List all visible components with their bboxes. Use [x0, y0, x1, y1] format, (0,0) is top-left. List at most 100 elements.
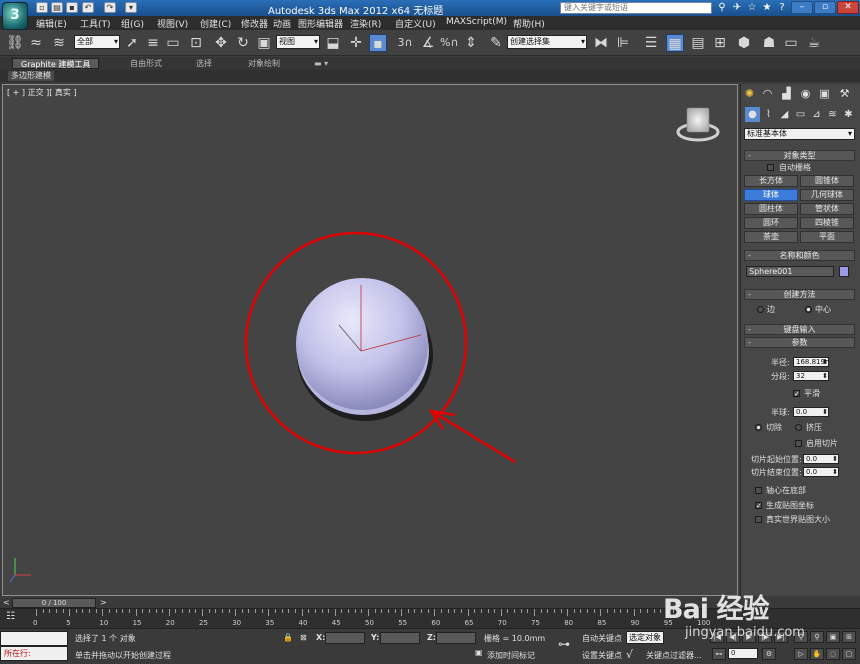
menu-customize[interactable]: 自定义(U): [395, 17, 436, 30]
viewcube-icon[interactable]: [686, 107, 710, 133]
time-tag-icon[interactable]: ▣: [475, 648, 483, 657]
rotate-icon[interactable]: ↻: [234, 34, 252, 52]
keyboard-shortcut-icon[interactable]: ▪: [369, 34, 387, 52]
app-logo-icon[interactable]: [2, 2, 28, 30]
systems-icon[interactable]: ✱: [841, 107, 856, 122]
set-key-button[interactable]: 设置关键点: [582, 650, 622, 661]
smooth-checkbox[interactable]: ✓: [793, 390, 800, 398]
sphere-object[interactable]: [296, 278, 428, 410]
menu-modifiers[interactable]: 修改器: [241, 17, 268, 30]
minimize-button[interactable]: –: [791, 1, 813, 14]
open-file-icon[interactable]: ▤: [51, 2, 63, 13]
selected-dropdown[interactable]: 选定对象: [626, 631, 664, 644]
key-filters-button[interactable]: 关键点过滤器...: [646, 650, 702, 661]
pivot-center-icon[interactable]: ⬓: [324, 34, 342, 52]
motion-panel-icon[interactable]: ◉: [798, 86, 813, 101]
select-object-icon[interactable]: ➚: [123, 34, 141, 52]
geometry-icon[interactable]: ●: [745, 107, 760, 122]
window-crossing-icon[interactable]: ⊡: [187, 34, 205, 52]
auto-key-button[interactable]: 自动关键点: [582, 633, 622, 644]
ribbon-options-icon[interactable]: ▬ ▾: [306, 58, 336, 69]
modify-panel-icon[interactable]: ◠: [760, 86, 775, 101]
menu-create[interactable]: 创建(C): [200, 17, 231, 30]
menu-group[interactable]: 组(G): [121, 17, 144, 30]
undo-icon[interactable]: ↶: [82, 2, 94, 13]
cylinder-button[interactable]: 圆柱体: [744, 203, 798, 215]
zoom-icon[interactable]: ⚲: [794, 631, 808, 643]
bind-space-warp-icon[interactable]: ≋: [50, 34, 68, 52]
autogrid-checkbox[interactable]: [767, 164, 774, 171]
percent-snap-icon[interactable]: %∩: [440, 34, 459, 52]
z-coordinate-field[interactable]: [436, 632, 476, 644]
time-slider-thumb[interactable]: 0 / 100: [12, 598, 96, 608]
lights-icon[interactable]: ◢: [777, 107, 792, 122]
schematic-view-icon[interactable]: ⊞: [711, 34, 729, 52]
graphite-toggle-icon[interactable]: ▦: [666, 34, 684, 52]
tab-object-paint[interactable]: 对象绘制: [240, 58, 288, 69]
geosphere-button[interactable]: 几何球体: [800, 189, 854, 201]
helpers-icon[interactable]: ⊿: [809, 107, 824, 122]
menu-rendering[interactable]: 渲染(R): [350, 17, 381, 30]
angle-snap-icon[interactable]: ∡: [419, 34, 437, 52]
goto-start-icon[interactable]: |◀: [710, 631, 724, 643]
zoom-extents-all-icon[interactable]: ⊞: [842, 631, 856, 643]
menu-view[interactable]: 视图(V): [157, 17, 188, 30]
zoom-all-icon[interactable]: ⚲: [810, 631, 824, 643]
menu-tools[interactable]: 工具(T): [80, 17, 111, 30]
time-config-icon[interactable]: ⚙: [762, 648, 776, 660]
subscription-icon[interactable]: ✈: [731, 2, 743, 14]
key-mode-toggle-icon[interactable]: ⊷: [712, 648, 726, 660]
menu-help[interactable]: 帮助(H): [513, 17, 545, 30]
selection-filter-dropdown[interactable]: 全部: [74, 35, 120, 49]
tab-graphite-modeling[interactable]: Graphite 建模工具: [12, 58, 100, 69]
shapes-icon[interactable]: ⌇: [761, 107, 776, 122]
polygon-modeling-label[interactable]: 多边形建模: [8, 71, 54, 81]
object-name-input[interactable]: Sphere001: [746, 266, 834, 277]
redo-icon[interactable]: ↷: [104, 2, 116, 13]
render-setup-icon[interactable]: ☗: [760, 34, 778, 52]
sphere-button[interactable]: 球体: [744, 189, 798, 201]
material-editor-icon[interactable]: ⬢: [735, 34, 753, 52]
orbit-icon[interactable]: ◌: [826, 648, 840, 660]
cone-button[interactable]: 圆锥体: [800, 175, 854, 187]
snap-3d-icon[interactable]: 3∩: [396, 34, 414, 52]
slice-to-spinner[interactable]: 0.0: [803, 467, 839, 477]
search-input[interactable]: 键入关键字或短语: [560, 2, 712, 14]
x-coordinate-field[interactable]: [325, 632, 365, 644]
create-panel-icon[interactable]: ✺: [742, 86, 757, 101]
play-icon[interactable]: ▶: [742, 631, 756, 643]
curve-editor-icon[interactable]: ▤: [689, 34, 707, 52]
align-icon[interactable]: ⊫: [614, 34, 632, 52]
current-frame-field[interactable]: 0: [728, 648, 758, 659]
prev-frame-icon[interactable]: ◀|: [726, 631, 740, 643]
segments-spinner[interactable]: 32: [793, 371, 829, 381]
goto-end-icon[interactable]: ▶|: [774, 631, 788, 643]
keyboard-entry-header[interactable]: 键盘输入: [744, 324, 855, 335]
scale-icon[interactable]: ▣: [255, 34, 273, 52]
primitive-category-dropdown[interactable]: 标准基本体: [744, 128, 855, 140]
new-file-icon[interactable]: ▫: [36, 2, 48, 13]
maxscript-line-label[interactable]: 所在行:: [0, 646, 68, 661]
box-button[interactable]: 长方体: [744, 175, 798, 187]
spinner-snap-icon[interactable]: ⇕: [462, 34, 480, 52]
slider-next-icon[interactable]: >: [100, 598, 107, 607]
viewport-canvas[interactable]: [3, 85, 739, 597]
chop-radio[interactable]: [755, 424, 762, 431]
fov-icon[interactable]: ▷: [794, 648, 808, 660]
utilities-panel-icon[interactable]: ⚒: [837, 86, 852, 101]
teapot-button[interactable]: 茶壶: [744, 231, 798, 243]
select-by-name-icon[interactable]: ≡: [144, 34, 162, 52]
parameters-header[interactable]: 参数: [744, 337, 855, 348]
link-icon[interactable]: ⛓: [6, 34, 24, 52]
slice-from-spinner[interactable]: 0.0: [803, 454, 839, 464]
maxscript-listener-input[interactable]: [0, 631, 68, 646]
plane-button[interactable]: 平面: [800, 231, 854, 243]
cameras-icon[interactable]: ▭: [793, 107, 808, 122]
tab-selection[interactable]: 选择: [188, 58, 220, 69]
add-time-tag-label[interactable]: 添加时间标记: [487, 650, 535, 661]
center-radio[interactable]: [805, 306, 812, 313]
time-slider[interactable]: < 0 / 100 >: [0, 598, 860, 608]
unlink-icon[interactable]: ≈: [27, 34, 45, 52]
display-panel-icon[interactable]: ▣: [817, 86, 832, 101]
tab-freeform[interactable]: 自由形式: [122, 58, 170, 69]
